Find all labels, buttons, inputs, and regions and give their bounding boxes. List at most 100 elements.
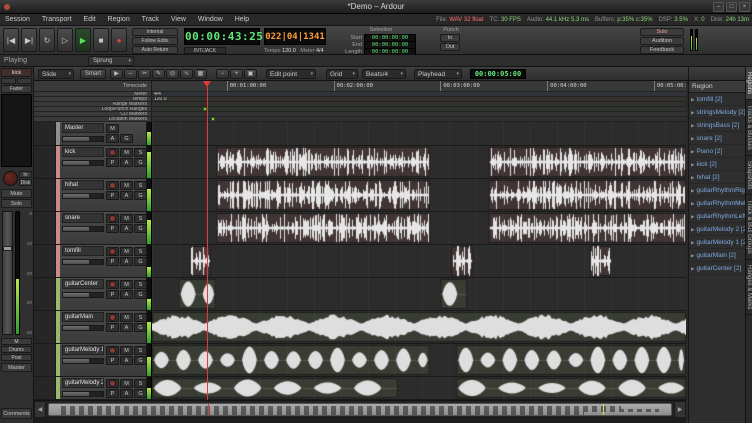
- mixer-meter-point-button[interactable]: Post: [1, 354, 32, 361]
- track-waveform-lane[interactable]: [152, 122, 686, 145]
- mixer-solo-button[interactable]: Solo: [1, 199, 32, 208]
- automation-button[interactable]: A: [120, 191, 133, 200]
- menu-session[interactable]: Session: [0, 14, 35, 26]
- track-name-button[interactable]: guitarMain: [62, 312, 104, 322]
- mixer-output-button[interactable]: Master: [1, 363, 32, 372]
- menu-view[interactable]: View: [166, 14, 191, 26]
- playlist-button[interactable]: P: [106, 191, 119, 200]
- mixer-gain-fader[interactable]: [2, 211, 13, 335]
- mixer-mute-button[interactable]: Mute: [1, 189, 32, 198]
- menu-region[interactable]: Region: [103, 14, 135, 26]
- region-list-item[interactable]: ▶guitarCenter [2]: [689, 262, 745, 275]
- internal-toggle[interactable]: Internal: [132, 28, 178, 36]
- mouse-range-icon[interactable]: ⇔: [124, 69, 137, 79]
- track-name-button[interactable]: guitarMelody 2: [62, 378, 104, 388]
- track-header-guitarmelody1[interactable]: guitarMelody 1 M S P A G: [56, 344, 147, 376]
- track-name-button[interactable]: Master: [62, 123, 104, 133]
- track-name-button[interactable]: kick: [62, 147, 104, 157]
- goto-end-button[interactable]: ▶|: [21, 28, 37, 52]
- summary-overview[interactable]: [48, 403, 672, 416]
- playhead-select[interactable]: Playhead: [414, 69, 462, 79]
- record-enable-button[interactable]: [106, 313, 119, 322]
- menu-track[interactable]: Track: [137, 14, 164, 26]
- mixer-group-button[interactable]: Drums: [1, 346, 32, 353]
- playlist-button[interactable]: P: [106, 158, 119, 167]
- group-button[interactable]: G: [134, 356, 147, 365]
- summary-scroll-right-button[interactable]: ▶: [674, 401, 686, 418]
- playlist-button[interactable]: P: [106, 224, 119, 233]
- region-list-item[interactable]: ▶guitarMelody 1 [2]: [689, 236, 745, 249]
- track-header-kick[interactable]: kick M S P A G: [56, 146, 147, 178]
- track-waveform-lane[interactable]: [152, 377, 686, 399]
- group-button[interactable]: G: [134, 224, 147, 233]
- mute-button[interactable]: M: [120, 148, 133, 157]
- region-list-item[interactable]: ▶guitarMain [2]: [689, 249, 745, 262]
- automation-button[interactable]: A: [120, 290, 133, 299]
- solo-button[interactable]: S: [134, 181, 147, 190]
- play-button[interactable]: ▶: [75, 28, 91, 52]
- auto-return-toggle[interactable]: Auto Return: [132, 46, 178, 54]
- mixer-record-enable-button[interactable]: [3, 171, 18, 186]
- track-waveform-lane[interactable]: [152, 179, 686, 211]
- stop-button[interactable]: ■: [93, 28, 109, 52]
- menu-help[interactable]: Help: [230, 14, 254, 26]
- track-name-button[interactable]: snare: [62, 213, 104, 223]
- mute-button[interactable]: M: [106, 124, 119, 133]
- tab-regions[interactable]: Regions: [746, 67, 752, 100]
- mouse-audition-icon[interactable]: ◎: [166, 69, 179, 79]
- tab-tracks-busses[interactable]: Tracks & Busses: [746, 100, 752, 156]
- group-button[interactable]: G: [134, 323, 147, 332]
- record-enable-button[interactable]: [106, 346, 119, 355]
- maximize-button[interactable]: □: [726, 2, 737, 12]
- primary-clock[interactable]: 00:00:43:25: [184, 28, 260, 45]
- track-waveform-lane[interactable]: [152, 245, 686, 277]
- secondary-clock[interactable]: 022|04|1341: [264, 28, 326, 45]
- horizontal-scrollbar[interactable]: [34, 417, 686, 423]
- track-header-guitarmelody2[interactable]: guitarMelody 2 M S P A G: [56, 377, 147, 399]
- track-header-snare[interactable]: snare M S P A G: [56, 212, 147, 244]
- edit-point-select[interactable]: Edit point: [266, 69, 316, 79]
- track-gain-fader[interactable]: [62, 160, 104, 166]
- automation-button[interactable]: A: [120, 389, 133, 398]
- mixer-processor-box[interactable]: [1, 94, 32, 167]
- mixer-monitor-input-button[interactable]: In: [19, 171, 32, 178]
- region-list-item[interactable]: ▶guitarRhythmMelody [2]: [689, 197, 745, 210]
- track-header-guitarcenter[interactable]: guitarCenter M S P A G: [56, 278, 147, 310]
- group-button[interactable]: G: [134, 257, 147, 266]
- feedback-button[interactable]: Feedback: [640, 46, 684, 54]
- automation-button[interactable]: A: [120, 356, 133, 365]
- region-list-item[interactable]: ▶stringsMelody [2]: [689, 106, 745, 119]
- solo-button[interactable]: S: [134, 214, 147, 223]
- menu-edit[interactable]: Edit: [79, 14, 101, 26]
- tab-snapshots[interactable]: Snapshots: [746, 156, 752, 195]
- track-name-button[interactable]: guitarCenter: [62, 279, 104, 289]
- tab-track-bus-groups[interactable]: Track & Bus Groups: [746, 195, 752, 260]
- track-gain-fader[interactable]: [62, 292, 104, 298]
- region-list-item[interactable]: ▶tomfill [2]: [689, 93, 745, 106]
- track-gain-fader[interactable]: [62, 226, 104, 232]
- track-header-hihat[interactable]: hihat M S P A G: [56, 179, 147, 211]
- solo-button[interactable]: S: [134, 313, 147, 322]
- group-button[interactable]: G: [134, 290, 147, 299]
- grid-unit-select[interactable]: Beats/4: [362, 69, 406, 79]
- track-gain-fader[interactable]: [62, 358, 104, 364]
- region-list-header[interactable]: Region: [689, 81, 745, 93]
- record-enable-button[interactable]: [106, 280, 119, 289]
- mixer-fader-mode-select[interactable]: Fader: [1, 85, 32, 93]
- playlist-button[interactable]: P: [106, 389, 119, 398]
- track-header-master[interactable]: Master M A G: [56, 122, 147, 145]
- titlebar[interactable]: *Demo – Ardour – □ ×: [0, 0, 752, 14]
- tab-ranges-marks[interactable]: Ranges & Marks: [746, 260, 752, 315]
- punch-out-button[interactable]: Out: [440, 43, 460, 51]
- mixer-comments-button[interactable]: Comments: [1, 408, 32, 419]
- automation-button[interactable]: A: [120, 224, 133, 233]
- sync-source-button[interactable]: INT/JACK: [184, 47, 226, 54]
- goto-start-button[interactable]: |◀: [3, 28, 19, 52]
- automation-button[interactable]: A: [120, 257, 133, 266]
- mouse-internal-icon[interactable]: ▦: [194, 69, 207, 79]
- solo-button[interactable]: S: [134, 280, 147, 289]
- automation-button[interactable]: A: [120, 323, 133, 332]
- track-gain-fader[interactable]: [62, 136, 104, 142]
- record-button[interactable]: ●: [111, 28, 127, 52]
- record-enable-button[interactable]: [106, 148, 119, 157]
